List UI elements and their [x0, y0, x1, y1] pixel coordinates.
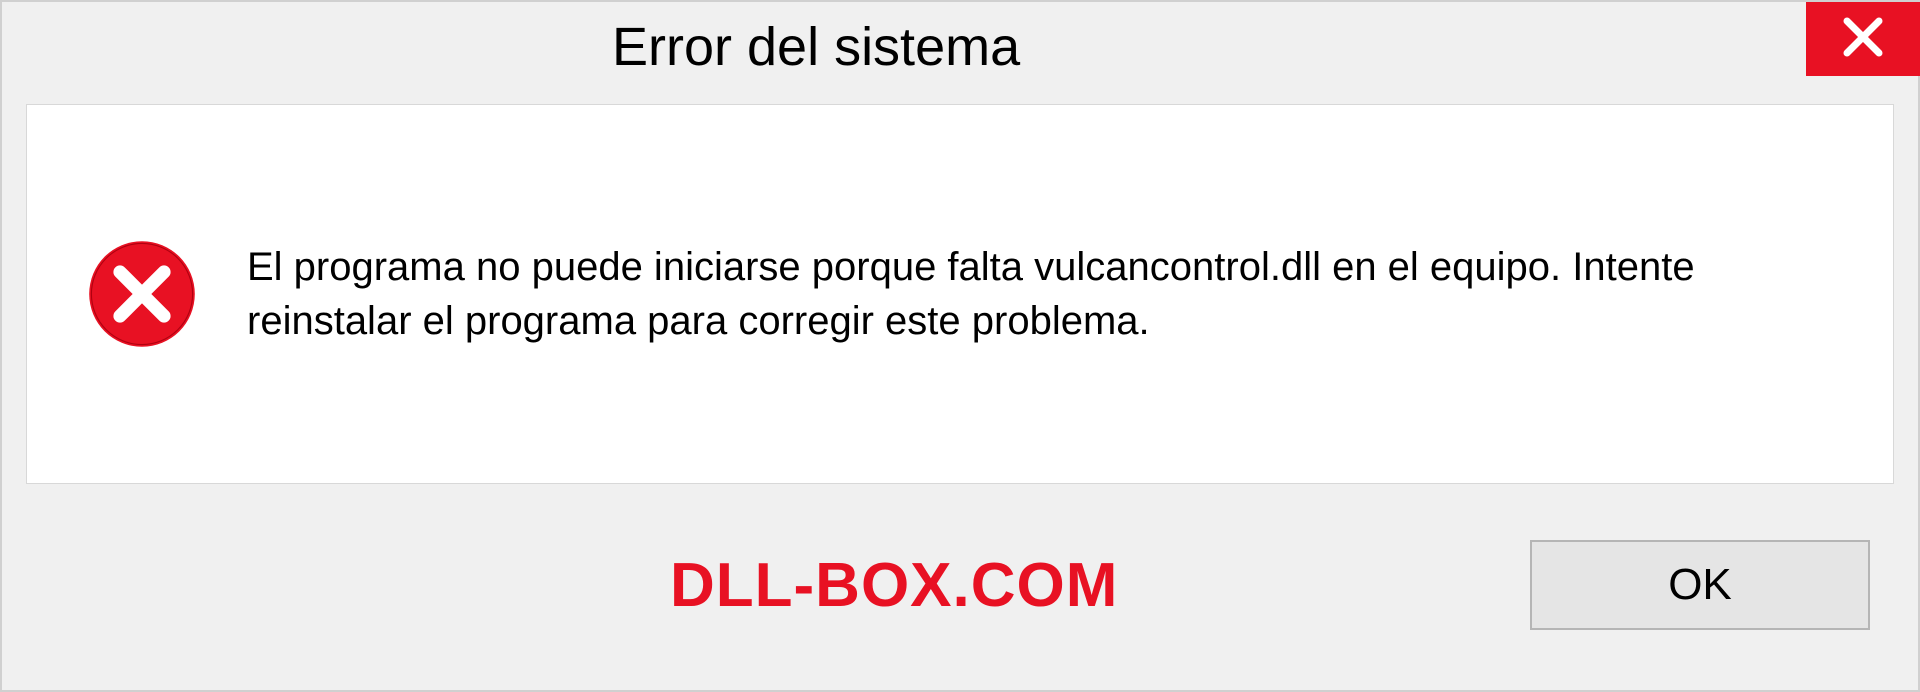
dialog-footer: DLL-BOX.COM OK — [2, 510, 1918, 690]
error-message: El programa no puede iniciarse porque fa… — [247, 240, 1833, 348]
error-icon — [87, 239, 197, 349]
watermark-text: DLL-BOX.COM — [670, 550, 1118, 621]
error-dialog: Error del sistema El programa no puede i… — [0, 0, 1920, 692]
title-bar: Error del sistema — [2, 2, 1918, 92]
content-panel: El programa no puede iniciarse porque fa… — [26, 104, 1894, 484]
dialog-title: Error del sistema — [612, 16, 1020, 78]
ok-button[interactable]: OK — [1530, 540, 1870, 630]
close-button[interactable] — [1806, 2, 1920, 76]
close-icon — [1839, 13, 1887, 66]
